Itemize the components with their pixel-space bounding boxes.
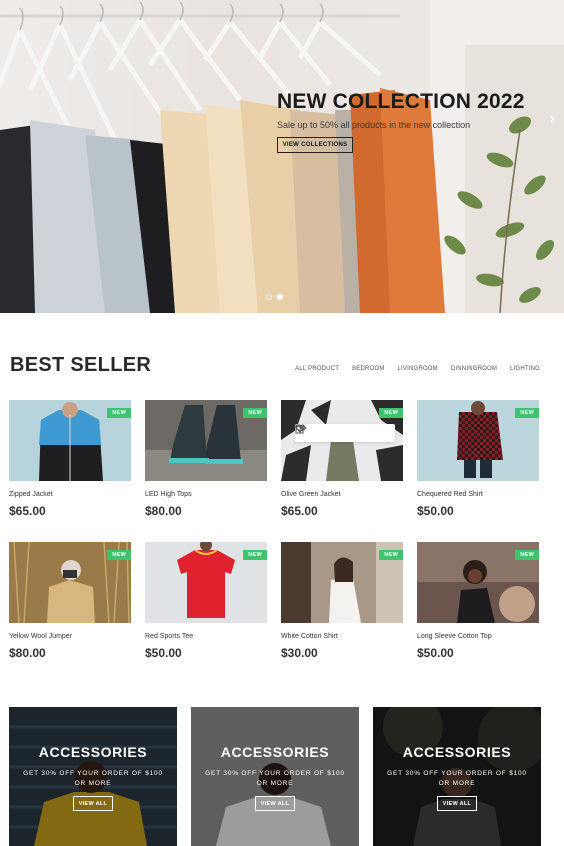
product-price: $50.00: [417, 646, 454, 660]
filter-bedroom[interactable]: BEDROOM: [352, 366, 384, 372]
new-badge: NEW: [107, 408, 131, 418]
product-card[interactable]: NEW Red Sports Tee $50.00: [145, 542, 267, 664]
product-price: $80.00: [145, 504, 182, 518]
promo-banner[interactable]: ACCESSORIES GET 30% OFF YOUR ORDER OF $1…: [9, 707, 177, 846]
promo-title: ACCESSORIES: [38, 744, 148, 760]
hero-banner: NEW COLLECTION 2022 Sale up to 50% all p…: [0, 0, 564, 313]
product-name[interactable]: Long Sleeve Cotton Top: [417, 633, 539, 640]
product-image[interactable]: NEW: [9, 542, 131, 623]
slider-dot[interactable]: [266, 294, 272, 300]
product-card[interactable]: NEW Olive Green Jacket $65.00: [281, 400, 403, 522]
product-price: $65.00: [9, 504, 46, 518]
promo-banners: ACCESSORIES GET 30% OFF YOUR ORDER OF $1…: [9, 707, 541, 846]
product-image[interactable]: NEW: [417, 542, 539, 623]
view-all-button[interactable]: VIEW ALL: [255, 796, 295, 811]
product-image[interactable]: NEW: [9, 400, 131, 481]
product-image[interactable]: NEW: [281, 542, 403, 623]
product-grid: NEW Zipped Jacket $65.00 NEW LED High To…: [9, 400, 540, 664]
product-card[interactable]: NEW Zipped Jacket $65.00: [9, 400, 131, 522]
product-price: $50.00: [145, 646, 182, 660]
product-card[interactable]: NEW Chequered Red Shirt $50.00: [417, 400, 539, 522]
new-badge: NEW: [243, 550, 267, 560]
filter-lighting[interactable]: LIGHTING: [510, 366, 540, 372]
promo-text: GET 30% OFF YOUR ORDER OF $100 OR MORE: [205, 770, 345, 787]
product-name[interactable]: Red Sports Tee: [145, 633, 267, 640]
best-seller-title: BEST SELLER: [10, 354, 152, 376]
promo-text: GET 30% OFF YOUR ORDER OF $100 OR MORE: [23, 770, 163, 787]
view-all-button[interactable]: VIEW ALL: [437, 796, 477, 811]
promo-title: ACCESSORIES: [402, 744, 512, 760]
product-card[interactable]: NEW White Cotton Shirt $30.00: [281, 542, 403, 664]
slider-dot-active[interactable]: [277, 294, 283, 300]
product-price: $30.00: [281, 646, 318, 660]
product-image[interactable]: NEW: [145, 400, 267, 481]
new-badge: NEW: [515, 550, 539, 560]
product-card[interactable]: NEW Long Sleeve Cotton Top $50.00: [417, 542, 539, 664]
view-collections-button[interactable]: VIEW COLLECTIONS: [277, 137, 353, 153]
filter-all-product[interactable]: ALL PRODUCT: [295, 366, 339, 372]
product-name[interactable]: Chequered Red Shirt: [417, 491, 539, 498]
product-image[interactable]: NEW: [281, 400, 403, 481]
product-price: $80.00: [9, 646, 46, 660]
product-price: $65.00: [281, 504, 318, 518]
product-name[interactable]: Yellow Wool Jumper: [9, 633, 131, 640]
product-name[interactable]: White Cotton Shirt: [281, 633, 403, 640]
hero-subtitle: Sale up to 50% all products in the new c…: [277, 120, 471, 130]
product-name[interactable]: LED High Tops: [145, 491, 267, 498]
promo-title: ACCESSORIES: [220, 744, 330, 760]
new-badge: NEW: [379, 550, 403, 560]
category-filters: ALL PRODUCT BEDROOM LIVINGROOM DINNINGRO…: [295, 366, 540, 372]
promo-banner[interactable]: ACCESSORIES GET 30% OFF YOUR ORDER OF $1…: [191, 707, 359, 846]
slider-dots: [266, 294, 283, 300]
new-badge: NEW: [107, 550, 131, 560]
new-badge: NEW: [379, 408, 403, 418]
product-name[interactable]: Olive Green Jacket: [281, 491, 403, 498]
product-price: $50.00: [417, 504, 454, 518]
slider-next-arrow-icon[interactable]: ›: [550, 110, 555, 126]
new-badge: NEW: [243, 408, 267, 418]
hero-title: NEW COLLECTION 2022: [277, 90, 525, 113]
view-all-button[interactable]: VIEW ALL: [73, 796, 113, 811]
product-image[interactable]: NEW: [145, 542, 267, 623]
product-image[interactable]: NEW: [417, 400, 539, 481]
product-card[interactable]: NEW LED High Tops $80.00: [145, 400, 267, 522]
promo-banner[interactable]: ACCESSORIES GET 30% OFF YOUR ORDER OF $1…: [373, 707, 541, 846]
promo-text: GET 30% OFF YOUR ORDER OF $100 OR MORE: [387, 770, 527, 787]
hero-image: [0, 0, 564, 313]
product-card[interactable]: NEW Yellow Wool Jumper $80.00: [9, 542, 131, 664]
product-name[interactable]: Zipped Jacket: [9, 491, 131, 498]
new-badge: NEW: [515, 408, 539, 418]
filter-livingroom[interactable]: LIVINGROOM: [398, 366, 438, 372]
product-quick-actions: [295, 424, 395, 442]
filter-dinningroom[interactable]: DINNINGROOM: [451, 366, 497, 372]
